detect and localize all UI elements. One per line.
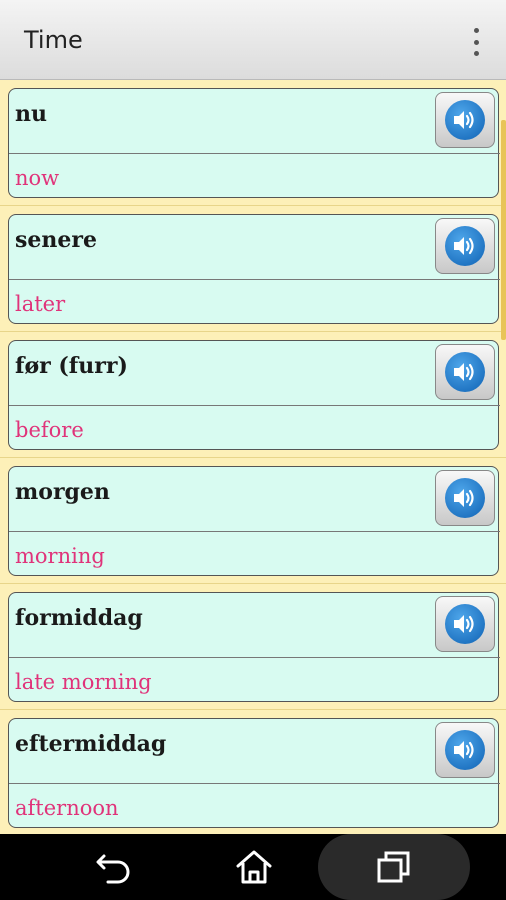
recent-apps-button[interactable] — [356, 834, 432, 900]
more-vert-icon[interactable] — [464, 28, 488, 56]
speaker-icon — [445, 478, 485, 518]
speaker-icon — [445, 226, 485, 266]
list-item: senere later — [0, 206, 506, 332]
phrase-translation: now — [15, 166, 60, 190]
phrase-card[interactable]: senere later — [8, 214, 500, 324]
recent-apps-icon — [377, 851, 410, 883]
play-audio-button[interactable] — [435, 470, 495, 526]
phrase-card[interactable]: eftermiddag afternoon — [8, 718, 500, 828]
play-audio-button[interactable] — [435, 92, 495, 148]
divider — [9, 405, 500, 406]
divider — [9, 153, 500, 154]
phrase-translation: morning — [15, 544, 105, 568]
phrase-card[interactable]: morgen morning — [8, 466, 500, 576]
phrase-word: formiddag — [15, 605, 143, 631]
list-item: morgen morning — [0, 458, 506, 584]
play-audio-button[interactable] — [435, 722, 495, 778]
phrase-word: morgen — [15, 479, 110, 505]
phrase-translation: before — [15, 418, 84, 442]
phrase-translation: afternoon — [15, 796, 119, 820]
speaker-icon — [445, 730, 485, 770]
home-button[interactable] — [216, 834, 292, 900]
phrase-word: før (furr) — [15, 353, 128, 379]
list-item: før (furr) before — [0, 332, 506, 458]
phrase-translation: later — [15, 292, 66, 316]
back-icon — [96, 854, 130, 884]
divider — [9, 783, 500, 784]
back-button[interactable] — [76, 834, 152, 900]
list-item: formiddag late morning — [0, 584, 506, 710]
speaker-icon — [445, 100, 485, 140]
phrase-word: senere — [15, 227, 97, 253]
phrase-translation: late morning — [15, 670, 152, 694]
list-item: nu now — [0, 80, 506, 206]
phrase-list[interactable]: nu now senere later før (furr) before mo… — [0, 80, 506, 834]
play-audio-button[interactable] — [435, 218, 495, 274]
list-item: eftermiddag afternoon — [0, 710, 506, 834]
divider — [9, 531, 500, 532]
phrase-card[interactable]: formiddag late morning — [8, 592, 500, 702]
play-audio-button[interactable] — [435, 596, 495, 652]
home-icon — [236, 850, 272, 884]
phrase-word: nu — [15, 101, 47, 127]
divider — [9, 657, 500, 658]
play-audio-button[interactable] — [435, 344, 495, 400]
divider — [9, 279, 500, 280]
page-title: Time — [24, 26, 83, 54]
navigation-bar — [0, 834, 506, 900]
speaker-icon — [445, 604, 485, 644]
app-bar: Time — [0, 0, 506, 80]
speaker-icon — [445, 352, 485, 392]
phrase-word: eftermiddag — [15, 731, 167, 757]
scrollbar-thumb[interactable] — [501, 120, 506, 340]
phrase-card[interactable]: nu now — [8, 88, 500, 198]
phrase-card[interactable]: før (furr) before — [8, 340, 500, 450]
